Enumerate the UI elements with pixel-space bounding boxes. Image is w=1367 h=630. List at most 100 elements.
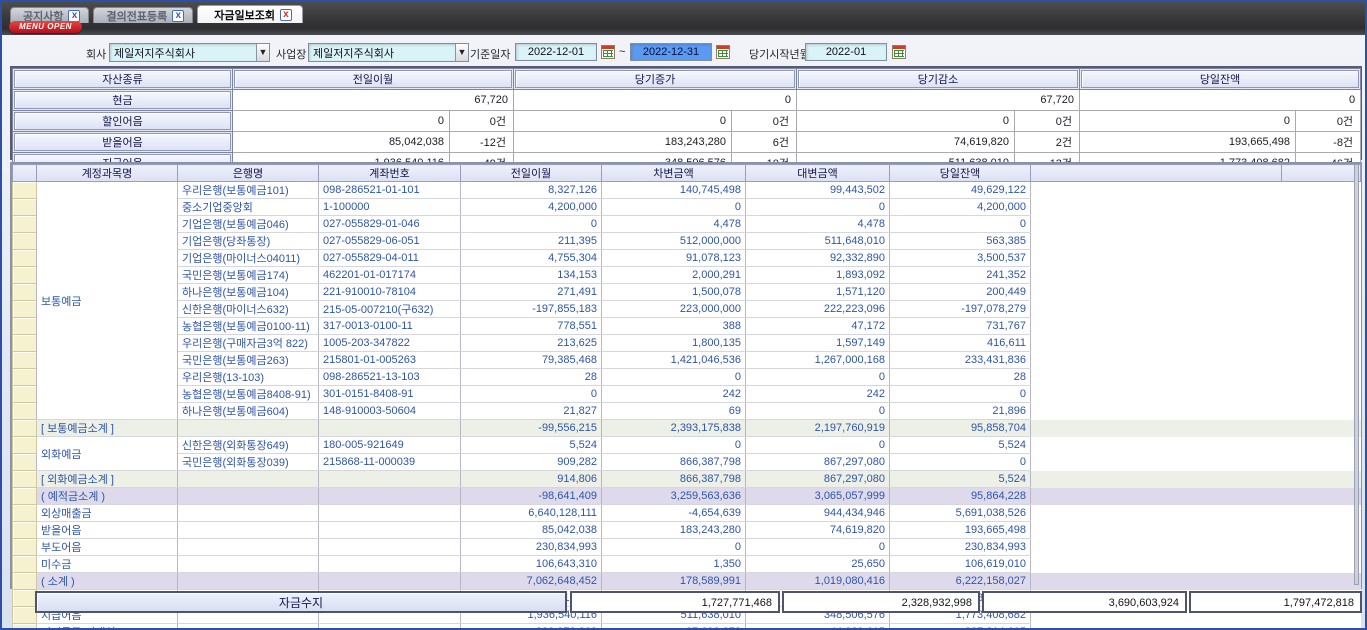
site-select-value[interactable] <box>309 44 455 61</box>
cell-account-number[interactable]: 462201-01-017174 <box>319 267 461 284</box>
cell-today-balance[interactable]: 200,449 <box>890 284 1031 301</box>
cell-bank-name[interactable] <box>178 522 319 539</box>
cell-today-balance[interactable]: 4,200,000 <box>890 199 1031 216</box>
cell-prev-balance[interactable]: 106,643,310 <box>461 556 602 573</box>
cell-bank-name[interactable] <box>178 420 319 437</box>
cell-account-number[interactable]: 215801-01-005263 <box>319 352 461 369</box>
cell-prev-balance[interactable]: 0 <box>461 386 602 403</box>
cell-account-number[interactable]: 1-100000 <box>319 199 461 216</box>
cell-account-number[interactable]: 215-05-007210(구632) <box>319 301 461 318</box>
cell-today-balance[interactable]: 95,858,704 <box>890 420 1031 437</box>
row-header-cell[interactable] <box>13 250 37 267</box>
row-header-cell[interactable] <box>13 267 37 284</box>
cell-debit[interactable]: 97,693,273 <box>602 624 746 630</box>
cell-account-number[interactable] <box>319 471 461 488</box>
cell-prev-balance[interactable]: 211,395 <box>461 233 602 250</box>
cell-row-label[interactable]: 받을어음 <box>37 522 178 539</box>
cell-today-balance[interactable]: 731,767 <box>890 318 1031 335</box>
cell-today-balance[interactable]: 5,524 <box>890 471 1031 488</box>
cell-account-number[interactable]: 098-286521-13-103 <box>319 369 461 386</box>
row-header-cell[interactable] <box>13 437 37 454</box>
cell-debit[interactable]: 388 <box>602 318 746 335</box>
cell-credit[interactable]: 3,065,057,999 <box>746 488 890 505</box>
cell-account-number[interactable] <box>319 420 461 437</box>
cell-account-number[interactable]: 215868-11-000039 <box>319 454 461 471</box>
cell-row-label[interactable]: [ 보통예금소계 ] <box>37 420 178 437</box>
menu-open-button[interactable]: MENU OPEN <box>9 21 82 33</box>
cell-row-label[interactable]: ( 예적금소계 ) <box>37 488 178 505</box>
cell-bank-name[interactable] <box>178 488 319 505</box>
cell-prev-balance[interactable]: 134,153 <box>461 267 602 284</box>
cell-credit[interactable]: 944,434,946 <box>746 505 890 522</box>
row-header-cell[interactable] <box>13 335 37 352</box>
cell-today-balance[interactable]: 233,431,836 <box>890 352 1031 369</box>
cell-bank-name[interactable]: 하나은행(보통예금604) <box>178 403 319 420</box>
cell-credit[interactable]: 99,443,502 <box>746 182 890 199</box>
row-header-cell[interactable] <box>13 573 37 590</box>
tab-fund-daily-report[interactable]: 자금일보조회x <box>197 5 303 23</box>
cell-today-balance[interactable]: 237,214,605 <box>890 624 1031 630</box>
row-header-cell[interactable] <box>13 556 37 573</box>
cell-prev-balance[interactable]: 0 <box>461 216 602 233</box>
cell-account-number[interactable] <box>319 539 461 556</box>
row-header-cell[interactable] <box>13 199 37 216</box>
cell-credit[interactable]: 0 <box>746 403 890 420</box>
cell-credit[interactable]: 4,478 <box>746 216 890 233</box>
cell-today-balance[interactable]: 416,611 <box>890 335 1031 352</box>
cell-today-balance[interactable]: 21,896 <box>890 403 1031 420</box>
cell-credit[interactable]: 0 <box>746 369 890 386</box>
period-start-input[interactable] <box>805 43 887 61</box>
cell-prev-balance[interactable]: -99,556,215 <box>461 420 602 437</box>
cell-today-balance[interactable]: 106,619,010 <box>890 556 1031 573</box>
cell-debit[interactable]: 4,478 <box>602 216 746 233</box>
cell-debit[interactable]: 3,259,563,636 <box>602 488 746 505</box>
cell-prev-balance[interactable]: 271,491 <box>461 284 602 301</box>
row-header-cell[interactable] <box>13 454 37 471</box>
row-header-cell[interactable] <box>13 318 37 335</box>
cell-today-balance[interactable]: 28 <box>890 369 1031 386</box>
cell-debit[interactable]: 1,800,135 <box>602 335 746 352</box>
cell-prev-balance[interactable]: 28 <box>461 369 602 386</box>
cell-bank-name[interactable] <box>178 539 319 556</box>
cell-today-balance[interactable]: 5,524 <box>890 437 1031 454</box>
cell-today-balance[interactable]: 563,385 <box>890 233 1031 250</box>
cell-bank-name[interactable]: 중소기업중앙회 <box>178 199 319 216</box>
cell-group-label[interactable]: 보통예금 <box>37 182 178 420</box>
cell-credit[interactable]: 74,619,820 <box>746 522 890 539</box>
cell-debit[interactable]: 183,243,280 <box>602 522 746 539</box>
cell-bank-name[interactable]: 하나은행(보통예금104) <box>178 284 319 301</box>
cell-today-balance[interactable]: 0 <box>890 386 1031 403</box>
cell-debit[interactable]: 223,000,000 <box>602 301 746 318</box>
cell-account-number[interactable] <box>319 488 461 505</box>
cell-today-balance[interactable]: 0 <box>890 216 1031 233</box>
tab-slip-register[interactable]: 결의전표등록x <box>93 7 193 23</box>
cell-today-balance[interactable]: 193,665,498 <box>890 522 1031 539</box>
cell-bank-name[interactable]: 국민은행(외화통장039) <box>178 454 319 471</box>
row-header-cell[interactable] <box>13 182 37 199</box>
cell-bank-name[interactable]: 기업은행(당좌통장) <box>178 233 319 250</box>
cell-today-balance[interactable]: 5,691,038,526 <box>890 505 1031 522</box>
cell-debit[interactable]: -4,654,639 <box>602 505 746 522</box>
cell-credit[interactable]: 242 <box>746 386 890 403</box>
cell-debit[interactable]: 0 <box>602 199 746 216</box>
cell-prev-balance[interactable]: 778,551 <box>461 318 602 335</box>
cell-bank-name[interactable]: 우리은행(보통예금101) <box>178 182 319 199</box>
cell-account-number[interactable]: 301-0151-8408-91 <box>319 386 461 403</box>
cell-credit[interactable]: 1,893,092 <box>746 267 890 284</box>
calendar-icon[interactable] <box>892 45 906 59</box>
cell-today-balance[interactable]: 241,352 <box>890 267 1031 284</box>
cell-credit[interactable]: 1,019,080,416 <box>746 573 890 590</box>
cell-credit[interactable]: 92,332,890 <box>746 250 890 267</box>
cell-bank-name[interactable]: 기업은행(보통예금046) <box>178 216 319 233</box>
chevron-down-icon[interactable]: ▼ <box>455 44 468 61</box>
cell-row-label[interactable]: [ 외화예금소계 ] <box>37 471 178 488</box>
cell-credit[interactable]: 1,571,120 <box>746 284 890 301</box>
cell-bank-name[interactable] <box>178 556 319 573</box>
cell-account-number[interactable]: 098-286521-01-101 <box>319 182 461 199</box>
row-header-cell[interactable] <box>13 488 37 505</box>
cell-debit[interactable]: 1,421,046,536 <box>602 352 746 369</box>
row-header-cell[interactable] <box>13 216 37 233</box>
cell-account-number[interactable]: 148-910003-50604 <box>319 403 461 420</box>
cell-credit[interactable]: 2,197,760,919 <box>746 420 890 437</box>
cell-today-balance[interactable]: 230,834,993 <box>890 539 1031 556</box>
